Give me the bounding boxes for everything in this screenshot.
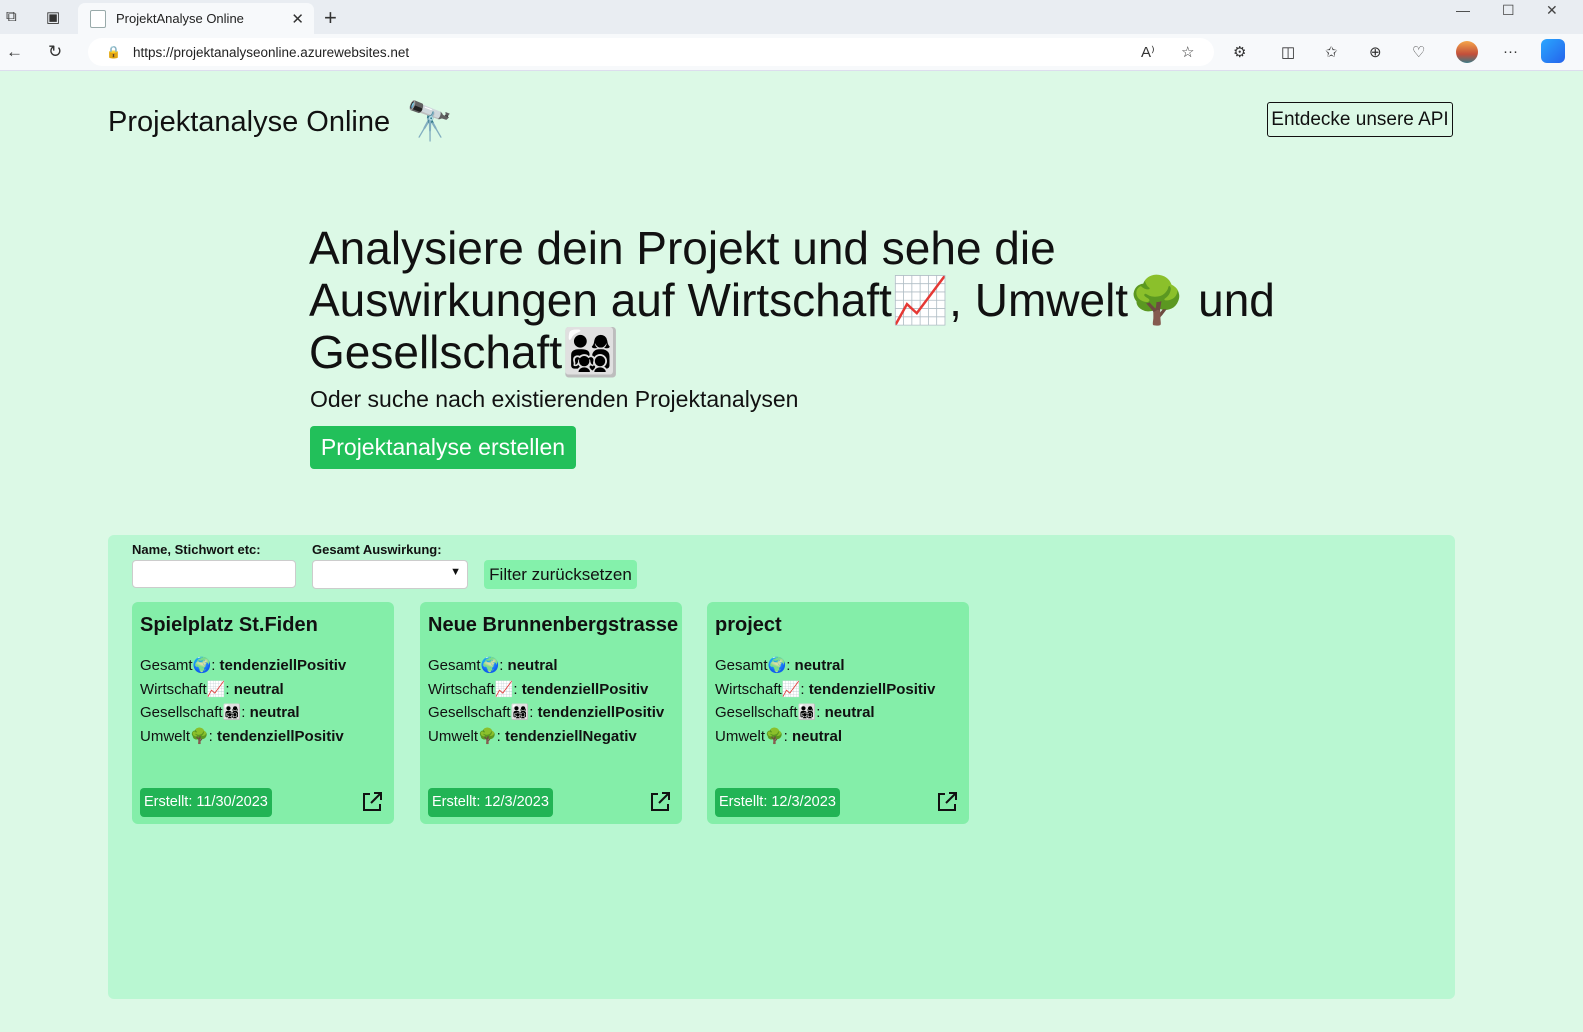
metric-gesamt: Gesamt🌍: neutral [715, 654, 935, 678]
copilot-icon[interactable] [1541, 39, 1565, 63]
metric-value: neutral [792, 728, 843, 746]
hero-title: Analysiere dein Projekt und sehe die Aus… [309, 222, 1275, 378]
browser-address-bar: ← ↻ 🔒 https://projektanalyseonline.azure… [0, 34, 1583, 71]
metric-label: Umwelt🌳: [715, 728, 793, 746]
metric-label: Gesellschaft👨‍👩‍👧‍👦: [715, 704, 825, 722]
url-text: https://projektanalyseonline.azurewebsit… [132, 44, 410, 60]
more-menu-icon[interactable]: ··· [1503, 43, 1518, 60]
metric-umwelt: Umwelt🌳: tendenziellNegativ [428, 725, 664, 749]
search-panel: Name, Stichwort etc: Gesamt Auswirkung: … [108, 535, 1455, 999]
name-filter-label: Name, Stichwort etc: [132, 542, 261, 557]
close-window-icon[interactable]: ✕ [1546, 2, 1558, 19]
url-field[interactable]: 🔒 https://projektanalyseonline.azurewebs… [88, 38, 1214, 66]
project-card-metrics: Gesamt🌍: neutral Wirtschaft📈: tendenziel… [715, 654, 935, 749]
metric-label: Wirtschaft📈: [140, 680, 234, 698]
page-bottom [0, 1018, 1583, 1032]
project-card[interactable]: project Gesamt🌍: neutral Wirtschaft📈: te… [707, 602, 969, 824]
metric-label: Gesamt🌍: [428, 657, 508, 674]
impact-filter-label: Gesamt Auswirkung: [312, 542, 442, 557]
metric-gesamt: Gesamt🌍: tendenziellPositiv [140, 654, 346, 678]
profile-avatar[interactable] [1456, 41, 1478, 63]
metric-value: neutral [233, 680, 284, 698]
metric-label: Gesamt🌍: [140, 657, 220, 674]
project-card-title: project [715, 614, 782, 636]
project-card-title: Spielplatz St.Fiden [140, 614, 318, 636]
discover-api-button[interactable]: Entdecke unsere API [1267, 102, 1453, 137]
metric-value: tendenziellPositiv [521, 680, 649, 698]
external-link-icon[interactable] [360, 790, 384, 814]
metric-gesellschaft: Gesellschaft👨‍👩‍👧‍👦: neutral [715, 701, 935, 725]
browser-tab[interactable]: ProjektAnalyse Online ✕ [78, 3, 314, 34]
brand-title: Projektanalyse Online [108, 105, 391, 138]
metric-label: Umwelt🌳: [140, 728, 218, 746]
metric-value: neutral [249, 704, 300, 722]
impact-filter-select[interactable]: ▼ [312, 560, 468, 589]
reset-filter-button[interactable]: Filter zurücksetzen [484, 560, 637, 589]
browser-tab-bar: ⧉ ▣ ProjektAnalyse Online ✕ + — ☐ ✕ [0, 0, 1583, 34]
created-date-badge: Erstellt: 11/30/2023 [140, 788, 272, 817]
metric-label: Umwelt🌳: [428, 728, 506, 746]
close-tab-icon[interactable]: ✕ [291, 10, 304, 28]
reload-icon[interactable]: ↻ [48, 42, 62, 62]
name-filter-input[interactable] [132, 560, 296, 588]
metric-gesellschaft: Gesellschaft👨‍👩‍👧‍👦: neutral [140, 701, 346, 725]
new-tab-button[interactable]: + [324, 5, 337, 31]
metric-value: tendenziellPositiv [537, 704, 665, 722]
collections-icon[interactable]: ⊕ [1369, 43, 1382, 61]
browser-essentials-icon[interactable]: ♡ [1412, 43, 1425, 61]
page-favicon-icon [90, 9, 106, 28]
metric-wirtschaft: Wirtschaft📈: neutral [140, 678, 346, 702]
split-screen-icon[interactable]: ◫ [1281, 43, 1295, 61]
telescope-icon: 🔭 [406, 101, 454, 143]
project-card-metrics: Gesamt🌍: tendenziellPositiv Wirtschaft📈:… [140, 654, 346, 749]
project-card-metrics: Gesamt🌍: neutral Wirtschaft📈: tendenziel… [428, 654, 664, 749]
created-date-badge: Erstellt: 12/3/2023 [715, 788, 840, 817]
metric-wirtschaft: Wirtschaft📈: tendenziellPositiv [715, 678, 935, 702]
metric-value: neutral [507, 657, 558, 674]
extensions-icon[interactable]: ⚙ [1233, 43, 1246, 61]
minimize-icon[interactable]: — [1456, 2, 1470, 18]
back-icon[interactable]: ← [6, 42, 23, 62]
project-card[interactable]: Neue Brunnenbergstrasse Gesamt🌍: neutral… [420, 602, 682, 824]
workspaces-icon[interactable]: ⧉ [6, 8, 17, 25]
metric-label: Gesellschaft👨‍👩‍👧‍👦: [428, 704, 538, 722]
brand: Projektanalyse Online 🔭 [108, 100, 453, 144]
maximize-icon[interactable]: ☐ [1502, 2, 1515, 19]
lock-icon[interactable]: 🔒 [106, 45, 121, 59]
metric-label: Wirtschaft📈: [715, 680, 809, 698]
project-card-title: Neue Brunnenbergstrasse [428, 614, 679, 636]
favorites-icon[interactable]: ✩ [1325, 43, 1338, 61]
metric-value: tendenziellPositiv [808, 680, 936, 698]
chevron-down-icon: ▼ [450, 566, 461, 578]
metric-value: neutral [794, 657, 845, 674]
create-analysis-button[interactable]: Projektanalyse erstellen [310, 426, 576, 469]
metric-value: tendenziellPositiv [217, 728, 344, 746]
external-link-icon[interactable] [648, 790, 672, 814]
tab-actions-icon[interactable]: ▣ [46, 8, 60, 26]
favorite-star-icon[interactable]: ☆ [1181, 43, 1194, 61]
metric-label: Gesamt🌍: [715, 657, 795, 674]
metric-value: neutral [824, 704, 875, 722]
metric-label: Gesellschaft👨‍👩‍👧‍👦: [140, 704, 250, 722]
metric-label: Wirtschaft📈: [428, 680, 522, 698]
metric-umwelt: Umwelt🌳: neutral [715, 725, 935, 749]
project-card[interactable]: Spielplatz St.Fiden Gesamt🌍: tendenziell… [132, 602, 394, 824]
metric-gesellschaft: Gesellschaft👨‍👩‍👧‍👦: tendenziellPositiv [428, 701, 664, 725]
external-link-icon[interactable] [935, 790, 959, 814]
metric-umwelt: Umwelt🌳: tendenziellPositiv [140, 725, 346, 749]
hero-subtitle: Oder suche nach existierenden Projektana… [310, 386, 799, 412]
read-aloud-icon[interactable]: A⁾ [1141, 43, 1155, 61]
metric-value: tendenziellNegativ [505, 728, 637, 746]
tab-title: ProjektAnalyse Online [116, 11, 244, 26]
metric-wirtschaft: Wirtschaft📈: tendenziellPositiv [428, 678, 664, 702]
metric-gesamt: Gesamt🌍: neutral [428, 654, 664, 678]
metric-value: tendenziellPositiv [219, 657, 347, 674]
created-date-badge: Erstellt: 12/3/2023 [428, 788, 553, 817]
